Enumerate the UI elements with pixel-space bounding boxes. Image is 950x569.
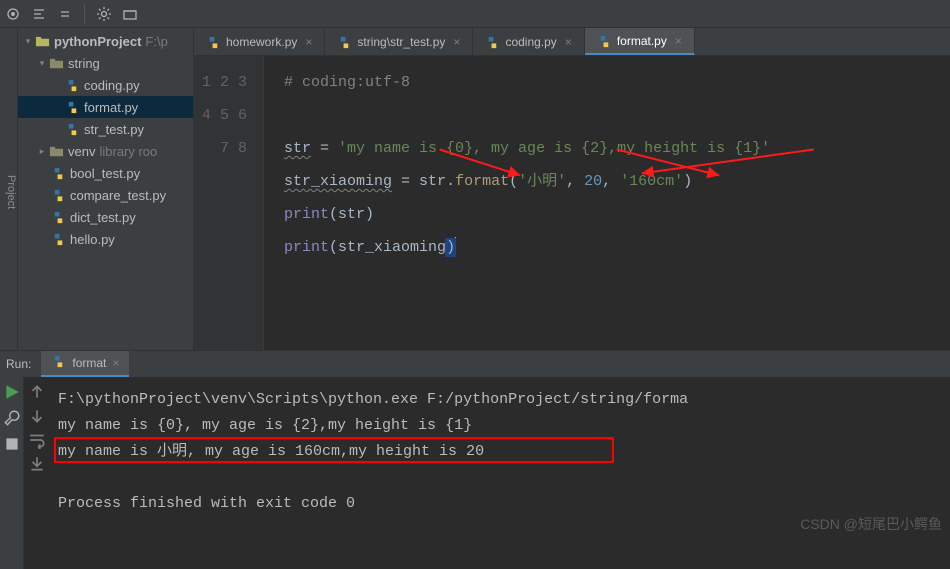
tab-strtest[interactable]: string\str_test.py × <box>325 28 473 55</box>
python-file-icon <box>64 99 80 115</box>
python-file-icon <box>597 34 611 48</box>
file-label: str_test.py <box>84 122 144 137</box>
python-file-icon <box>50 209 66 225</box>
stop-icon[interactable] <box>3 435 21 453</box>
tab-homework[interactable]: homework.py × <box>194 28 325 55</box>
python-file-icon <box>50 165 66 181</box>
tab-label: homework.py <box>226 35 297 49</box>
code-arg1: '小明' <box>518 173 566 190</box>
python-file-icon <box>485 35 499 49</box>
code-arg3: '160cm' <box>620 173 683 190</box>
file-label: bool_test.py <box>70 166 140 181</box>
dir-venv[interactable]: ▸ venv library roo <box>18 140 193 162</box>
collapse-icon[interactable] <box>52 1 78 27</box>
code-print: print <box>284 239 329 256</box>
python-file-icon <box>51 354 66 372</box>
code-string-literal: 'my name is {0}, my age is {2},my height… <box>338 140 770 157</box>
project-gutter-label[interactable]: Project <box>0 28 18 350</box>
target-icon[interactable] <box>0 1 26 27</box>
python-file-icon <box>64 77 80 93</box>
close-icon[interactable]: × <box>112 356 119 370</box>
python-file-icon <box>64 121 80 137</box>
code-editor[interactable]: 1 2 3 4 5 6 7 8 # coding:utf-8 str = 'my… <box>194 56 950 350</box>
close-icon[interactable]: × <box>305 35 312 49</box>
close-icon[interactable]: × <box>675 34 682 48</box>
code-content[interactable]: # coding:utf-8 str = 'my name is {0}, my… <box>264 56 950 350</box>
console-line: my name is {0}, my age is {2},my height … <box>58 417 472 434</box>
code-line-1: # coding:utf-8 <box>284 74 410 91</box>
file-comparetest[interactable]: compare_test.py <box>18 184 193 206</box>
tab-label: coding.py <box>505 35 556 49</box>
file-label: compare_test.py <box>70 188 166 203</box>
tab-label: format.py <box>617 34 667 48</box>
python-file-icon <box>50 231 66 247</box>
run-config-tab[interactable]: format × <box>41 351 129 377</box>
close-icon[interactable]: × <box>453 35 460 49</box>
folder-icon <box>34 33 50 49</box>
dir-label: venv <box>68 144 95 159</box>
code-arg2: 20 <box>584 173 602 190</box>
tree-icon[interactable] <box>26 1 52 27</box>
wrap-icon[interactable] <box>28 431 46 449</box>
project-root-path: F:\p <box>145 34 167 49</box>
run-nav-icons <box>24 377 50 569</box>
folder-icon <box>48 55 64 71</box>
console-line: F:\pythonProject\venv\Scripts\python.exe… <box>58 391 688 408</box>
run-side-icons <box>0 377 24 569</box>
code-print: print <box>284 206 329 223</box>
python-file-icon <box>337 35 351 49</box>
wrench-icon[interactable] <box>3 409 21 427</box>
tab-coding[interactable]: coding.py × <box>473 28 584 55</box>
run-label: Run: <box>6 357 31 371</box>
file-label: hello.py <box>70 232 115 247</box>
close-icon[interactable]: × <box>565 35 572 49</box>
python-file-icon <box>50 187 66 203</box>
code-var-xiaoming: str_xiaoming <box>284 173 392 190</box>
console-line: Process finished with exit code 0 <box>58 495 355 512</box>
arrow-down-icon[interactable] <box>28 407 46 425</box>
project-root[interactable]: ▾ pythonProject F:\p <box>18 30 193 52</box>
file-booltest[interactable]: bool_test.py <box>18 162 193 184</box>
file-strtest[interactable]: str_test.py <box>18 118 193 140</box>
play-icon[interactable] <box>3 383 21 401</box>
file-label: format.py <box>84 100 138 115</box>
file-hello[interactable]: hello.py <box>18 228 193 250</box>
python-file-icon <box>206 35 220 49</box>
run-config-label: format <box>72 356 106 370</box>
tab-label: string\str_test.py <box>357 35 445 49</box>
venv-extra: library roo <box>99 144 157 159</box>
code-method-format: format <box>455 173 509 190</box>
tab-format[interactable]: format.py × <box>585 28 695 55</box>
run-tool-window: Run: format × F:\pythonProject\venv\Scri… <box>0 350 950 540</box>
text-caret <box>455 237 456 257</box>
file-dicttest[interactable]: dict_test.py <box>18 206 193 228</box>
code-var-str: str <box>284 140 311 157</box>
file-format[interactable]: format.py <box>18 96 193 118</box>
project-root-label: pythonProject <box>54 34 141 49</box>
dir-label: string <box>68 56 100 71</box>
file-label: coding.py <box>84 78 140 93</box>
scroll-end-icon[interactable] <box>28 455 46 473</box>
line-numbers: 1 2 3 4 5 6 7 8 <box>194 56 264 350</box>
console-line: my name is 小明, my age is 160cm,my height… <box>58 443 484 460</box>
arrow-up-icon[interactable] <box>28 383 46 401</box>
project-toolbar <box>0 0 950 28</box>
dir-string[interactable]: ▾ string <box>18 52 193 74</box>
file-coding[interactable]: coding.py <box>18 74 193 96</box>
editor-tabs: homework.py × string\str_test.py × codin… <box>194 28 950 56</box>
gear-icon[interactable] <box>91 1 117 27</box>
hide-icon[interactable] <box>117 1 143 27</box>
run-console[interactable]: F:\pythonProject\venv\Scripts\python.exe… <box>50 377 950 569</box>
project-tree: ▾ pythonProject F:\p ▾ string coding.py … <box>18 28 194 350</box>
file-label: dict_test.py <box>70 210 136 225</box>
folder-icon <box>48 143 64 159</box>
